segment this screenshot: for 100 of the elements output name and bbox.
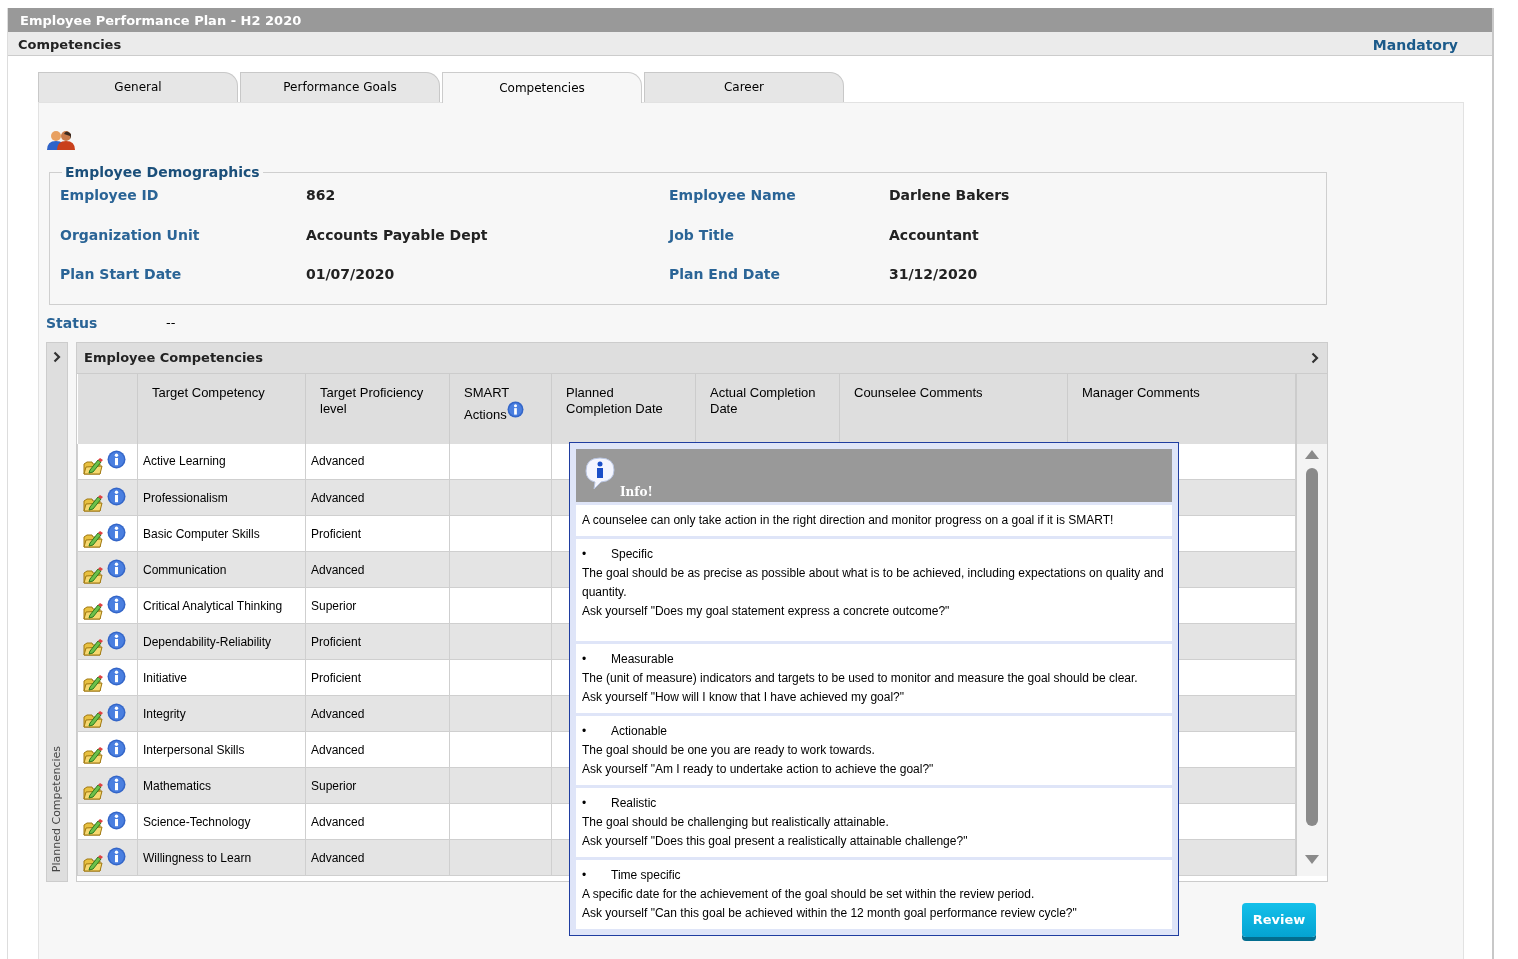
table-cell: Advanced	[305, 479, 450, 516]
table-cell: Proficient	[305, 659, 450, 696]
edit-icon[interactable]	[83, 565, 103, 584]
info-text: The (unit of measure) indicators and targets to be used to monitor and measure the goal should be clear.	[582, 670, 1139, 687]
tab[interactable]: General	[38, 72, 238, 102]
table-cell: Advanced	[305, 839, 450, 876]
info-icon[interactable]	[107, 666, 126, 686]
table-cell: Proficient	[305, 623, 450, 660]
edit-icon[interactable]	[83, 529, 103, 548]
edit-icon[interactable]	[83, 817, 103, 836]
info-text: Ask yourself "How will I know that I have achieved my goal?"	[582, 689, 905, 706]
info-icon[interactable]	[107, 774, 126, 794]
tab[interactable]: Competencies	[442, 72, 642, 103]
table-cell: Advanced	[305, 443, 450, 480]
info-icon[interactable]	[506, 401, 524, 419]
edit-icon[interactable]	[83, 637, 103, 656]
info-icon[interactable]	[107, 810, 126, 830]
tab[interactable]: Career	[644, 72, 844, 102]
grid-title: Employee Competencies	[84, 348, 263, 367]
edit-icon[interactable]	[83, 493, 103, 512]
table-cell: Advanced	[305, 695, 450, 732]
field-label: Employee Name	[669, 186, 797, 205]
table-cell: Integrity	[137, 695, 306, 732]
table-cell: Advanced	[305, 803, 450, 840]
speech-info-icon	[582, 455, 618, 491]
info-icon[interactable]	[107, 594, 126, 614]
table-cell: Proficient	[305, 515, 450, 552]
bullet: •	[582, 795, 588, 812]
info-heading: Time specific	[611, 867, 681, 884]
info-heading: Realistic	[611, 795, 657, 812]
edit-icon[interactable]	[83, 853, 103, 872]
info-icon[interactable]	[107, 630, 126, 650]
table-cell: Dependability-Reliability	[137, 623, 306, 660]
info-text: The goal should be one you are ready to work towards.	[582, 742, 876, 759]
field-label: Organization Unit	[60, 225, 201, 245]
info-text: The goal should be as precise as possible about what is to be achieved, including expectations on quality and quantity.	[582, 565, 1165, 601]
info-text: Ask yourself "Does my goal statement express a concrete outcome?"	[582, 603, 951, 620]
field-label: Job Title	[669, 225, 736, 245]
edit-icon[interactable]	[83, 673, 103, 692]
bullet: •	[582, 723, 588, 740]
edit-icon[interactable]	[83, 709, 103, 728]
column-header: Target Proficiency level	[320, 384, 424, 417]
field-value: Accountant	[889, 225, 980, 245]
group-title: Employee Demographics	[64, 165, 261, 179]
window-title: Employee Performance Plan - H2 2020	[8, 8, 1492, 32]
field-value: --	[166, 313, 176, 332]
info-text: Ask yourself "Does this goal present a realistically attainable challenge?"	[582, 833, 969, 850]
bullet: •	[582, 651, 588, 668]
table-cell: Active Learning	[137, 443, 306, 480]
table-cell: Advanced	[305, 731, 450, 768]
table-cell: Initiative	[137, 659, 306, 696]
table-cell: Advanced	[305, 551, 450, 588]
table-cell: Professionalism	[137, 479, 306, 516]
column-header: Target Competency	[152, 384, 265, 400]
field-value: Accounts Payable Dept	[306, 225, 489, 245]
popup-title: Info!	[620, 484, 653, 501]
side-panel-label: Planned Competencies	[48, 746, 64, 873]
scrollbar-thumb[interactable]	[1305, 467, 1319, 826]
info-heading: Actionable	[611, 723, 668, 740]
info-icon[interactable]	[107, 702, 126, 722]
info-icon[interactable]	[107, 738, 126, 758]
info-text: A specific date for the achievement of the goal should be set within the review period.	[582, 886, 1036, 903]
field-label: Employee ID	[60, 186, 160, 205]
edit-icon[interactable]	[83, 781, 103, 800]
info-text: The goal should be challenging but realistically attainable.	[582, 814, 890, 831]
expand-icon[interactable]	[53, 350, 61, 363]
table-cell: Superior	[305, 767, 450, 804]
info-icon[interactable]	[107, 486, 126, 506]
info-text: A counselee can only take action in the right direction and monitor progress on a goal if it is SMART!	[582, 512, 1115, 529]
table-cell: Critical Analytical Thinking	[137, 587, 306, 624]
scroll-down-icon[interactable]	[1304, 853, 1320, 866]
next-icon[interactable]	[1311, 351, 1319, 364]
section-title: Competencies	[18, 36, 122, 52]
edit-icon[interactable]	[83, 457, 103, 476]
table-cell: Interpersonal Skills	[137, 731, 306, 768]
info-text: Ask yourself "Can this goal be achieved within the 12 month goal performance review cycle?"	[582, 905, 1078, 922]
bullet: •	[582, 867, 588, 884]
info-icon[interactable]	[107, 846, 126, 866]
field-value: 01/07/2020	[306, 265, 396, 284]
info-heading: Measurable	[611, 651, 674, 668]
table-cell: Mathematics	[137, 767, 306, 804]
field-label: Plan Start Date	[60, 265, 183, 284]
table-cell: Willingness to Learn	[137, 839, 306, 876]
column-header: Actual Completion Date	[710, 384, 816, 417]
field-value: 862	[306, 186, 337, 205]
tab[interactable]: Performance Goals	[240, 72, 440, 102]
field-label: Plan End Date	[669, 265, 782, 284]
table-cell: Superior	[305, 587, 450, 624]
table-cell: Communication	[137, 551, 306, 588]
edit-icon[interactable]	[83, 745, 103, 764]
info-icon[interactable]	[107, 450, 126, 470]
info-heading: Specific	[611, 546, 654, 563]
edit-icon[interactable]	[83, 601, 103, 620]
table-cell: Science-Technology	[137, 803, 306, 840]
column-header: Manager Comments	[1082, 384, 1200, 400]
mandatory-label: Mandatory	[1372, 36, 1458, 52]
table-cell: Basic Computer Skills	[137, 515, 306, 552]
field-value: 31/12/2020	[889, 265, 979, 284]
info-icon[interactable]	[107, 522, 126, 542]
info-icon[interactable]	[107, 558, 126, 578]
